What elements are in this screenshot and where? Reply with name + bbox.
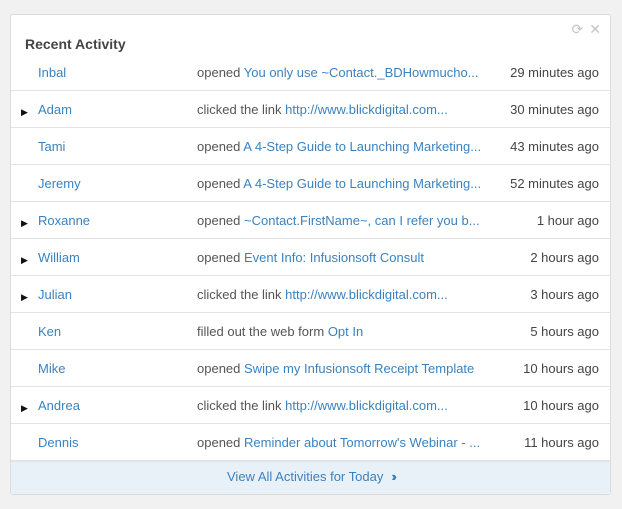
activity-row: Jeremy opened A 4-Step Guide to Launching…	[11, 165, 610, 202]
widget-controls: ⟳ ✕	[572, 22, 601, 36]
activity-target-link[interactable]: http://www.blickdigital.com...	[285, 287, 448, 302]
activity-description: opened ~Contact.FirstName~, can I refer …	[197, 213, 497, 228]
contact-name-link[interactable]: Julian	[38, 287, 72, 302]
activity-time: 1 hour ago	[536, 213, 599, 228]
contact-name-link[interactable]: Dennis	[38, 435, 78, 450]
activity-time: 11 hours ago	[524, 435, 599, 450]
activity-description: clicked the link http://www.blickdigital…	[197, 287, 497, 302]
contact-name-link[interactable]: Adam	[38, 102, 72, 117]
activity-description: clicked the link http://www.blickdigital…	[197, 398, 497, 413]
widget-title: Recent Activity	[25, 36, 126, 52]
activity-row: ▶ Julian clicked the link http://www.blick…	[11, 276, 610, 313]
expand-arrow-icon[interactable]: ▶	[21, 293, 28, 302]
activity-target-link[interactable]: Opt In	[328, 324, 363, 339]
contact-name-link[interactable]: Mike	[38, 361, 65, 376]
activity-verb: opened	[197, 361, 241, 376]
activity-time: 29 minutes ago	[510, 65, 599, 80]
activity-time: 2 hours ago	[530, 250, 599, 265]
activity-verb: opened	[197, 250, 241, 265]
contact-name-link[interactable]: Andrea	[38, 398, 80, 413]
activity-description: opened Reminder about Tomorrow's Webinar…	[197, 435, 497, 450]
activity-description: filled out the web form Opt In	[197, 324, 497, 339]
activity-row: Inbal opened You only use ~Contact._BDHow…	[11, 54, 610, 91]
activity-verb: filled out the web form	[197, 324, 325, 339]
activity-target-link[interactable]: Swipe my Infusionsoft Receipt Template	[244, 361, 474, 376]
activity-row: Mike opened Swipe my Infusionsoft Receipt…	[11, 350, 610, 387]
activity-target-link[interactable]: A 4-Step Guide to Launching Marketing...	[243, 139, 481, 154]
contact-name-link[interactable]: Inbal	[38, 65, 66, 80]
activity-target-link[interactable]: ~Contact.FirstName~, can I refer you b..…	[244, 213, 480, 228]
activity-target-link[interactable]: You only use ~Contact._BDHowmucho...	[244, 65, 479, 80]
activity-description: clicked the link http://www.blickdigital…	[197, 102, 497, 117]
expand-arrow-icon[interactable]: ▶	[21, 219, 28, 228]
activity-verb: opened	[197, 176, 241, 191]
activity-time: 3 hours ago	[530, 287, 599, 302]
activity-time: 43 minutes ago	[510, 139, 599, 154]
activity-target-link[interactable]: http://www.blickdigital.com...	[285, 102, 448, 117]
activity-description: opened You only use ~Contact._BDHowmucho…	[197, 65, 497, 80]
double-chevron-right-icon: ››	[391, 469, 396, 484]
activity-target-link[interactable]: Reminder about Tomorrow's Webinar - ...	[244, 435, 480, 450]
activity-description: opened A 4-Step Guide to Launching Marke…	[197, 139, 497, 154]
expand-arrow-icon[interactable]: ▶	[21, 256, 28, 265]
view-all-label: View All Activities for Today	[227, 469, 384, 484]
activity-time: 10 hours ago	[523, 361, 599, 376]
activity-row: Tami opened A 4-Step Guide to Launching M…	[11, 128, 610, 165]
activity-verb: opened	[197, 213, 241, 228]
activity-verb: clicked the link	[197, 398, 282, 413]
activity-verb: opened	[197, 65, 241, 80]
activity-row: ▶ Adam clicked the link http://www.blickdi…	[11, 91, 610, 128]
activity-target-link[interactable]: A 4-Step Guide to Launching Marketing...	[243, 176, 481, 191]
activity-row: ▶ William opened Event Info: Infusionsoft …	[11, 239, 610, 276]
activity-description: opened A 4-Step Guide to Launching Marke…	[197, 176, 497, 191]
activity-verb: opened	[197, 139, 241, 154]
close-icon[interactable]: ✕	[589, 22, 601, 36]
activity-time: 5 hours ago	[530, 324, 599, 339]
activity-verb: clicked the link	[197, 287, 282, 302]
activity-row: Ken filled out the web form Opt In 5 hours…	[11, 313, 610, 350]
contact-name-link[interactable]: Roxanne	[38, 213, 90, 228]
activity-description: opened Event Info: Infusionsoft Consult	[197, 250, 497, 265]
activity-verb: opened	[197, 435, 241, 450]
activity-row: ▶ Andrea clicked the link http://www.blick…	[11, 387, 610, 424]
activity-target-link[interactable]: http://www.blickdigital.com...	[285, 398, 448, 413]
activity-list: Inbal opened You only use ~Contact._BDHow…	[11, 54, 610, 461]
view-all-activities-link[interactable]: View All Activities for Today ››	[11, 461, 610, 494]
contact-name-link[interactable]: Tami	[38, 139, 65, 154]
activity-time: 10 hours ago	[523, 398, 599, 413]
activity-verb: clicked the link	[197, 102, 282, 117]
recent-activity-widget: Recent Activity ⟳ ✕ Inbal opened You only…	[10, 14, 611, 495]
contact-name-link[interactable]: Ken	[38, 324, 61, 339]
contact-name-link[interactable]: William	[38, 250, 80, 265]
activity-time: 52 minutes ago	[510, 176, 599, 191]
activity-row: ▶ Roxanne opened ~Contact.FirstName~, can …	[11, 202, 610, 239]
expand-arrow-icon[interactable]: ▶	[21, 404, 28, 413]
activity-row: Dennis opened Reminder about Tomorrow's W…	[11, 424, 610, 461]
refresh-icon[interactable]: ⟳	[572, 22, 584, 36]
expand-arrow-icon[interactable]: ▶	[21, 108, 28, 117]
activity-time: 30 minutes ago	[510, 102, 599, 117]
contact-name-link[interactable]: Jeremy	[38, 176, 81, 191]
activity-target-link[interactable]: Event Info: Infusionsoft Consult	[244, 250, 424, 265]
activity-description: opened Swipe my Infusionsoft Receipt Tem…	[197, 361, 497, 376]
